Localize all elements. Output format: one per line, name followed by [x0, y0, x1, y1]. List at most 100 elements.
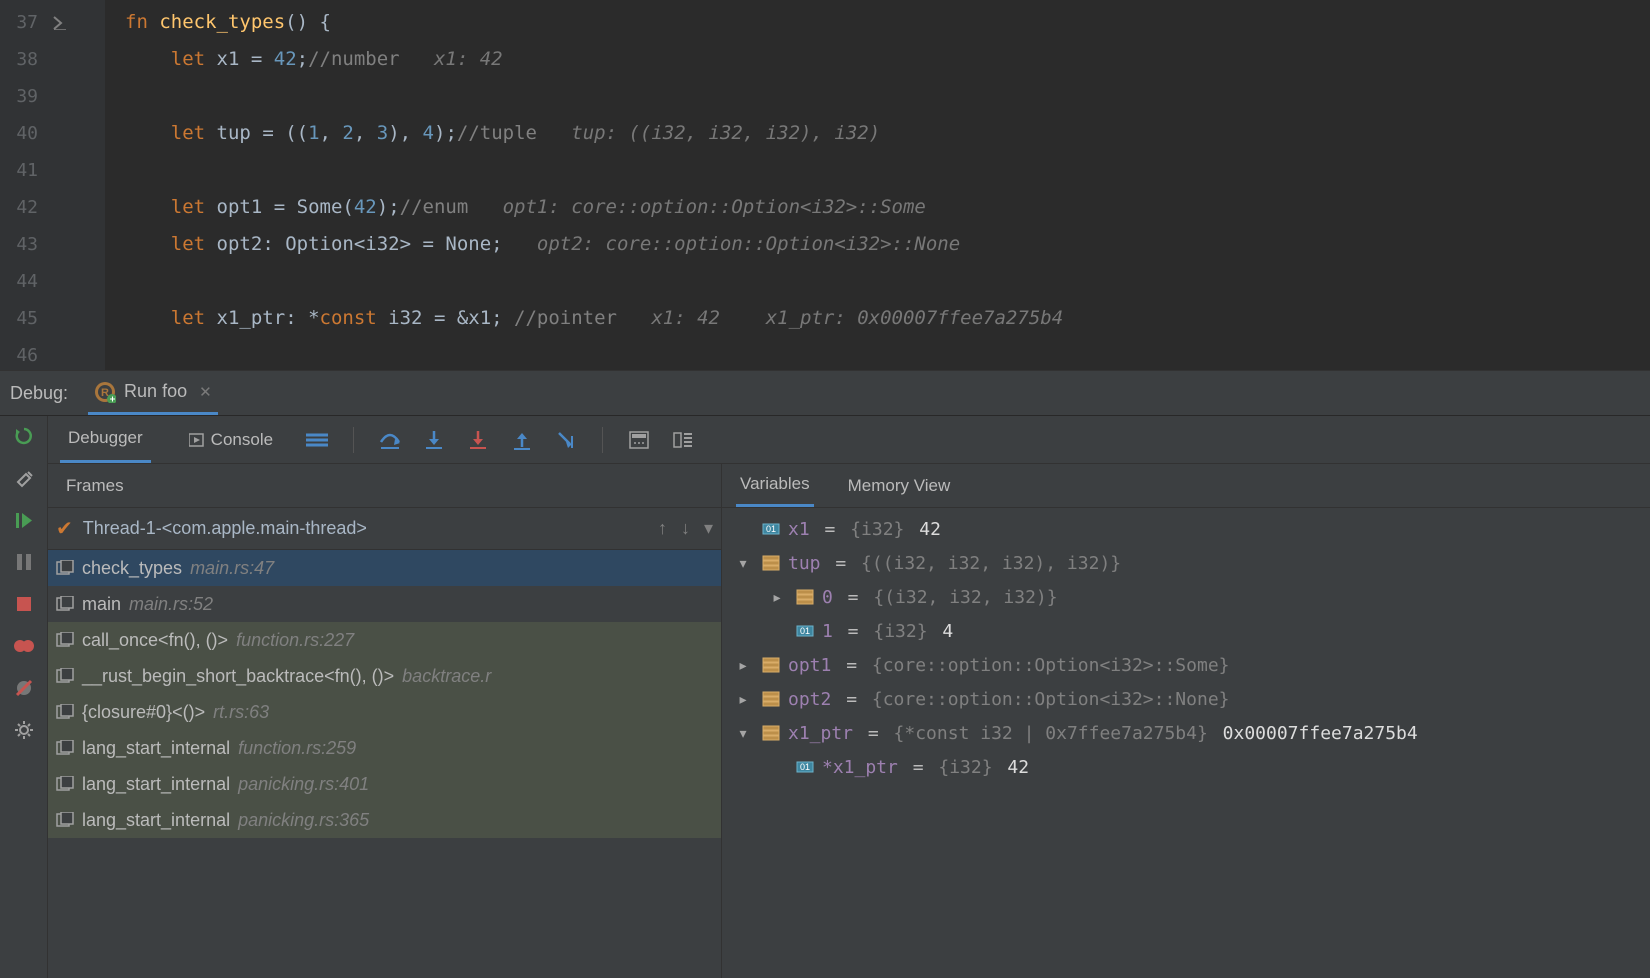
frame-function: call_once<fn(), ()> — [82, 630, 228, 651]
variable-row[interactable]: 01*x1_ptr = {i32} 42 — [722, 750, 1650, 784]
force-step-into-button[interactable] — [464, 426, 492, 454]
frame-item[interactable]: call_once<fn(), ()>function.rs:227 — [48, 622, 721, 658]
variable-type: {i32} — [873, 621, 938, 642]
frame-location: panicking.rs:401 — [238, 774, 369, 795]
view-breakpoints-button[interactable] — [12, 634, 36, 658]
frame-function: main — [82, 594, 121, 615]
next-frame-icon[interactable]: ↓ — [681, 518, 690, 539]
tree-expander-icon[interactable]: ▸ — [732, 655, 754, 676]
variable-row[interactable]: ▸opt1 = {core::option::Option<i32>::Some… — [722, 648, 1650, 682]
fold-toggle-icon[interactable] — [50, 4, 105, 41]
frames-list[interactable]: check_types main.rs:47 main main.rs:52 call_… — [48, 550, 721, 978]
debug-label: Debug: — [10, 383, 68, 404]
frame-function: __rust_begin_short_backtrace<fn(), ()> — [82, 666, 394, 687]
code-area[interactable]: fn check_types() { let x1 = 42;//number … — [105, 0, 1650, 370]
svg-text:01: 01 — [800, 762, 810, 772]
settings-button[interactable] — [12, 466, 36, 490]
frame-item[interactable]: lang_start_internalpanicking.rs:365 — [48, 802, 721, 838]
thread-dropdown-icon[interactable]: ▾ — [704, 518, 713, 539]
resume-button[interactable] — [12, 508, 36, 532]
debugger-tab[interactable]: Debugger — [60, 416, 151, 463]
threads-icon[interactable] — [303, 426, 331, 454]
struct-icon — [762, 554, 780, 572]
variable-row[interactable]: 01x1 = {i32} 42 — [722, 512, 1650, 546]
variable-type: {core::option::Option<i32>::None} — [872, 689, 1230, 710]
frame-location: rt.rs:63 — [213, 702, 269, 723]
run-config-tab[interactable]: R Run foo ✕ — [88, 371, 218, 415]
step-out-button[interactable] — [508, 426, 536, 454]
memory-view-tab[interactable]: Memory View — [844, 464, 955, 507]
frame-location: main.rs:52 — [129, 594, 213, 615]
debug-toolwindow-tabbar: Debug: R Run foo ✕ — [0, 370, 1650, 416]
variable-name: x1 — [788, 519, 810, 540]
thread-name: Thread-1-<com.apple.main-thread> — [83, 518, 367, 539]
svg-text:01: 01 — [766, 524, 776, 534]
play-icon — [189, 432, 205, 448]
debug-settings-button[interactable] — [12, 718, 36, 742]
tree-expander-icon[interactable]: ▸ — [766, 587, 788, 608]
variable-value: 42 — [1007, 757, 1029, 778]
console-tab[interactable]: Console — [181, 416, 281, 463]
variables-tree[interactable]: 01x1 = {i32} 42▾tup = {((i32, i32, i32),… — [722, 508, 1650, 978]
frames-tab[interactable]: Frames — [62, 464, 128, 507]
evaluate-expression-button[interactable] — [625, 426, 653, 454]
frame-item[interactable]: lang_start_internalpanicking.rs:401 — [48, 766, 721, 802]
frame-function: check_types — [82, 558, 182, 579]
struct-icon — [796, 588, 814, 606]
thread-selector[interactable]: ✔ Thread-1-<com.apple.main-thread> ↑ ↓ ▾ — [48, 508, 721, 550]
variables-panel: Variables Memory View 01x1 = {i32} 42▾tu… — [722, 464, 1650, 978]
step-into-button[interactable] — [420, 426, 448, 454]
variable-name: 0 — [822, 587, 833, 608]
step-over-button[interactable] — [376, 426, 404, 454]
close-icon[interactable]: ✕ — [199, 383, 212, 401]
frame-location: backtrace.r — [402, 666, 491, 687]
stack-frame-icon — [56, 596, 76, 612]
frame-location: function.rs:259 — [238, 738, 356, 759]
frame-location: main.rs:47 — [190, 558, 274, 579]
frame-item[interactable]: lang_start_internalfunction.rs:259 — [48, 730, 721, 766]
primitive-icon: 01 — [762, 520, 780, 538]
variable-row[interactable]: 011 = {i32} 4 — [722, 614, 1650, 648]
trace-current-stream-chain-button[interactable] — [669, 426, 697, 454]
pause-button[interactable] — [12, 550, 36, 574]
frame-item[interactable]: __rust_begin_short_backtrace<fn(), ()> ba… — [48, 658, 721, 694]
frame-item[interactable]: main main.rs:52 — [48, 586, 721, 622]
frames-panel: Frames ✔ Thread-1-<com.apple.main-thread… — [48, 464, 722, 978]
variable-name: 1 — [822, 621, 833, 642]
variable-type: {*const i32 | 0x7ffee7a275b4} — [894, 723, 1219, 744]
variable-row[interactable]: ▾tup = {((i32, i32, i32), i32)} — [722, 546, 1650, 580]
rust-icon: R — [94, 381, 116, 403]
tree-expander-icon[interactable]: ▸ — [732, 689, 754, 710]
variable-row[interactable]: ▸0 = {(i32, i32, i32)} — [722, 580, 1650, 614]
struct-icon — [762, 690, 780, 708]
code-editor[interactable]: 37383940414243444546 fn check_types() { … — [0, 0, 1650, 370]
prev-frame-icon[interactable]: ↑ — [658, 518, 667, 539]
stop-button[interactable] — [12, 592, 36, 616]
struct-icon — [762, 724, 780, 742]
variable-value: 0x00007ffee7a275b4 — [1223, 723, 1418, 744]
primitive-icon: 01 — [796, 758, 814, 776]
run-to-cursor-button[interactable] — [552, 426, 580, 454]
variable-name: opt1 — [788, 655, 831, 676]
variable-value: 4 — [942, 621, 953, 642]
stack-frame-icon — [56, 812, 76, 828]
variable-row[interactable]: ▸opt2 = {core::option::Option<i32>::None… — [722, 682, 1650, 716]
fold-gutter — [50, 0, 105, 370]
variable-row[interactable]: ▾x1_ptr = {*const i32 | 0x7ffee7a275b4} … — [722, 716, 1650, 750]
variable-name: *x1_ptr — [822, 757, 898, 778]
variables-tab[interactable]: Variables — [736, 464, 814, 507]
variable-name: tup — [788, 553, 821, 574]
frame-item[interactable]: {closure#0}<()>rt.rs:63 — [48, 694, 721, 730]
tree-expander-icon[interactable]: ▾ — [732, 723, 754, 744]
tree-expander-icon[interactable]: ▾ — [732, 553, 754, 574]
rerun-button[interactable] — [12, 424, 36, 448]
variable-value: 42 — [919, 519, 941, 540]
stack-frame-icon — [56, 740, 76, 756]
stack-frame-icon — [56, 704, 76, 720]
mute-breakpoints-button[interactable] — [12, 676, 36, 700]
variable-type: {i32} — [938, 757, 1003, 778]
variable-name: x1_ptr — [788, 723, 853, 744]
frame-item[interactable]: check_types main.rs:47 — [48, 550, 721, 586]
primitive-icon: 01 — [796, 622, 814, 640]
stack-frame-icon — [56, 632, 76, 648]
